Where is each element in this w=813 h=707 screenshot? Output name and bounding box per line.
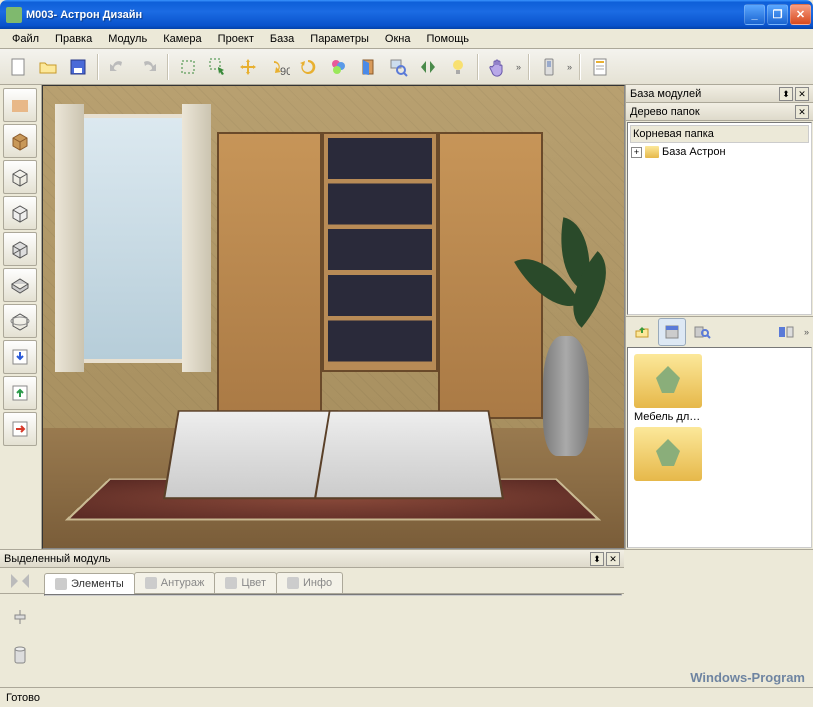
mirror-button[interactable] [414, 53, 442, 81]
browser-item-label: Мебель для д... [634, 408, 702, 423]
browser-layout-button[interactable] [772, 318, 800, 346]
select-rect-button[interactable] [174, 53, 202, 81]
eject-tool[interactable] [3, 376, 37, 410]
tab-info[interactable]: Инфо [276, 572, 343, 593]
palette-icon [225, 577, 237, 589]
tree-close-icon[interactable]: ✕ [795, 105, 809, 119]
browser-view-button[interactable] [658, 318, 686, 346]
right-panel: База модулей ⬍ ✕ Дерево папок ✕ Корневая… [625, 85, 813, 549]
phone-button[interactable] [535, 53, 563, 81]
window-title: М003- Астрон Дизайн [26, 9, 742, 21]
menu-database[interactable]: База [262, 31, 302, 47]
module-browser[interactable]: Мебель для д... [627, 347, 812, 548]
menu-project[interactable]: Проект [210, 31, 262, 47]
tree-root-label: Корневая папка [630, 125, 809, 143]
export-tool[interactable] [3, 412, 37, 446]
svg-text:90: 90 [280, 66, 290, 77]
toolbar-overflow-2[interactable]: » [565, 62, 574, 72]
folder-thumbnail-icon [634, 354, 702, 408]
app-icon [6, 7, 22, 23]
new-button[interactable] [4, 53, 32, 81]
folder-tree[interactable]: Корневая папка + База Астрон [627, 122, 812, 315]
modules-panel-title: База модулей [630, 88, 777, 100]
folder-thumbnail-icon [634, 427, 702, 481]
select-arrow-button[interactable] [204, 53, 232, 81]
browser-toolbar: » [626, 316, 813, 346]
tree-node-label: База Астрон [662, 146, 726, 158]
zoom-window-button[interactable] [384, 53, 412, 81]
property-tabs: Элементы Антураж Цвет Инфо [0, 568, 624, 594]
menu-bar: Файл Правка Модуль Камера Проект База Па… [0, 29, 813, 49]
toolbar-overflow-1[interactable]: » [514, 62, 523, 72]
expand-icon[interactable]: + [631, 147, 642, 158]
extrude-tool[interactable] [3, 268, 37, 302]
light-button[interactable] [444, 53, 472, 81]
vertical-toolbar [0, 85, 42, 549]
tab-elements[interactable]: Элементы [44, 573, 135, 594]
menu-edit[interactable]: Правка [47, 31, 100, 47]
browser-up-button[interactable] [628, 318, 656, 346]
save-button[interactable] [64, 53, 92, 81]
status-bar: Готово [0, 687, 813, 707]
minimize-button[interactable]: _ [744, 4, 765, 25]
import-tool[interactable] [3, 340, 37, 374]
browser-item[interactable]: Мебель для д... [634, 354, 702, 423]
open-button[interactable] [34, 53, 62, 81]
door-button[interactable] [354, 53, 382, 81]
maximize-button[interactable]: ❐ [767, 4, 788, 25]
move-button[interactable] [234, 53, 262, 81]
slider-icon[interactable] [11, 608, 29, 626]
star-icon [145, 577, 157, 589]
menu-parameters[interactable]: Параметры [302, 31, 377, 47]
rotate3d-tool[interactable] [3, 304, 37, 338]
property-content [44, 594, 622, 596]
cube-tool[interactable] [3, 196, 37, 230]
undo-button[interactable] [104, 53, 132, 81]
browser-item[interactable] [634, 427, 702, 481]
cube2-tool[interactable] [3, 232, 37, 266]
prev-next-icon[interactable] [9, 572, 31, 590]
3d-viewport[interactable] [42, 85, 625, 549]
tree-panel-title: Дерево папок [630, 106, 793, 118]
panel-close-icon[interactable]: ✕ [795, 87, 809, 101]
rotate-button[interactable] [294, 53, 322, 81]
tree-panel-header: Дерево папок ✕ [626, 103, 813, 121]
browser-overflow[interactable]: » [802, 327, 811, 337]
pan-button[interactable] [484, 53, 512, 81]
materials-button[interactable] [324, 53, 352, 81]
selected-module-title: Выделенный модуль [4, 553, 588, 565]
modules-panel-header: База модулей ⬍ ✕ [626, 85, 813, 103]
tree-node[interactable]: + База Астрон [630, 145, 809, 159]
status-text: Готово [6, 692, 40, 704]
folder-icon [645, 146, 659, 158]
title-bar: М003- Астрон Дизайн _ ❐ ✕ [0, 0, 813, 29]
wireframe-tool[interactable] [3, 160, 37, 194]
grid-icon [55, 578, 67, 590]
rotate90-button[interactable]: 90 [264, 53, 292, 81]
texture-tool[interactable] [3, 88, 37, 122]
close-button[interactable]: ✕ [790, 4, 811, 25]
trash-icon[interactable] [11, 644, 29, 664]
redo-button[interactable] [134, 53, 162, 81]
tab-entourage[interactable]: Антураж [134, 572, 216, 593]
watermark-text: Windows-Program [690, 670, 805, 685]
menu-help[interactable]: Помощь [418, 31, 477, 47]
menu-file[interactable]: Файл [4, 31, 47, 47]
selected-close-icon[interactable]: ✕ [606, 552, 620, 566]
main-toolbar: 90 » » [0, 49, 813, 85]
solid-box-tool[interactable] [3, 124, 37, 158]
report-button[interactable] [586, 53, 614, 81]
menu-camera[interactable]: Камера [155, 31, 209, 47]
panel-pin-icon[interactable]: ⬍ [779, 87, 793, 101]
info-icon [287, 577, 299, 589]
selected-module-header: Выделенный модуль ⬍ ✕ [0, 550, 624, 568]
selected-pin-icon[interactable]: ⬍ [590, 552, 604, 566]
menu-module[interactable]: Модуль [100, 31, 155, 47]
tab-color[interactable]: Цвет [214, 572, 277, 593]
menu-windows[interactable]: Окна [377, 31, 419, 47]
browser-search-button[interactable] [688, 318, 716, 346]
